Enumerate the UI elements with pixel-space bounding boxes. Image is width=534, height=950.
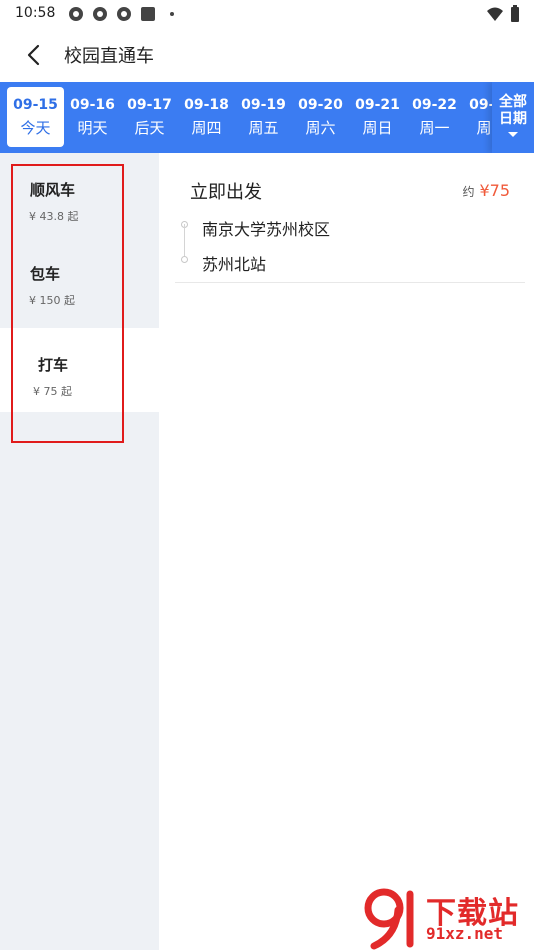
date-tab-date: 09-15 [13, 97, 58, 113]
date-bar: 09-15 今天 09-16 明天 09-17 后天 09-18 周四 09-1… [0, 82, 534, 153]
date-tab-date: 09-18 [184, 97, 229, 113]
menu-item-name: 打车 [38, 356, 69, 374]
date-tab-0921[interactable]: 09-21 周日 [349, 87, 406, 147]
date-tab-0923[interactable]: 09-23 周二 [463, 87, 492, 147]
watermark: 下载站 91xz.net [360, 886, 530, 950]
notification-icon [117, 7, 131, 21]
route-origin: 南京大学苏州校区 [202, 220, 331, 239]
all-dates-label-1: 全部 [499, 94, 527, 110]
ride-card[interactable]: 立即出发 约 ¥75 南京大学苏州校区 苏州北站 [175, 161, 525, 283]
watermark-url: 91xz.net [426, 924, 504, 943]
date-tab-date: 09-23 [469, 97, 492, 113]
date-tab-label: 今天 [20, 119, 51, 137]
date-tab-label: 周四 [191, 119, 222, 137]
ride-price-prefix: 约 [462, 185, 475, 199]
status-system-icons [486, 5, 520, 23]
date-tab-label: 明天 [77, 119, 108, 137]
back-button[interactable] [18, 40, 48, 70]
menu-item-name: 顺风车 [30, 181, 76, 199]
date-tab-date: 09-16 [70, 97, 115, 113]
route-connector-line [184, 224, 185, 256]
app-icon [141, 7, 155, 21]
all-dates-button[interactable]: 全部 日期 [492, 82, 534, 153]
date-tab-label: 周五 [248, 119, 279, 137]
date-tab-date: 09-22 [412, 97, 457, 113]
battery-icon [511, 5, 519, 22]
route-end-dot-icon [181, 256, 188, 263]
caret-down-icon [508, 132, 518, 137]
wifi-icon [487, 7, 503, 21]
notification-icon [93, 7, 107, 21]
date-tab-label: 周日 [362, 119, 393, 137]
date-tab-label: 周一 [419, 119, 450, 137]
date-tab-0920[interactable]: 09-20 周六 [292, 87, 349, 147]
date-tab-0917[interactable]: 09-17 后天 [121, 87, 178, 147]
ride-price-group: 约 ¥75 [462, 181, 510, 200]
date-tab-date: 09-17 [127, 97, 172, 113]
status-notification-icons [68, 6, 180, 22]
app-header: 校园直通车 [0, 28, 534, 82]
date-tab-0919[interactable]: 09-19 周五 [235, 87, 292, 147]
page-title: 校园直通车 [64, 46, 154, 67]
date-tab-date: 09-21 [355, 97, 400, 113]
menu-item-name: 包车 [30, 265, 61, 283]
dot-icon [170, 12, 174, 16]
menu-item-price: ¥ 75 起 [33, 385, 72, 398]
route-destination: 苏州北站 [202, 255, 267, 274]
menu-item-taxi[interactable]: 打车 ¥ 75 起 [0, 328, 159, 412]
ride-type-menu: 顺风车 ¥ 43.8 起 包车 ¥ 150 起 打车 ¥ 75 起 [0, 153, 159, 950]
date-tab-0922[interactable]: 09-22 周一 [406, 87, 463, 147]
date-tab-label: 周六 [305, 119, 336, 137]
menu-item-carpool[interactable]: 顺风车 ¥ 43.8 起 [0, 153, 159, 237]
ride-title: 立即出发 [190, 182, 262, 203]
watermark-logo-icon [364, 888, 414, 950]
date-tab-0916[interactable]: 09-16 明天 [64, 87, 121, 147]
chevron-left-icon [27, 44, 40, 66]
all-dates-label-2: 日期 [499, 111, 527, 127]
menu-item-price: ¥ 43.8 起 [29, 210, 79, 223]
date-tab-date: 09-20 [298, 97, 343, 113]
date-tab-label: 周二 [476, 119, 492, 137]
menu-item-price: ¥ 150 起 [29, 294, 75, 307]
status-time: 10:58 [15, 5, 56, 21]
notification-icon [69, 7, 83, 21]
date-tab-label: 后天 [134, 119, 165, 137]
date-list: 09-15 今天 09-16 明天 09-17 后天 09-18 周四 09-1… [0, 82, 492, 153]
date-tab-0918[interactable]: 09-18 周四 [178, 87, 235, 147]
date-tab-date: 09-19 [241, 97, 286, 113]
ride-list: 立即出发 约 ¥75 南京大学苏州校区 苏州北站 [159, 153, 534, 950]
menu-item-charter[interactable]: 包车 ¥ 150 起 [0, 237, 159, 321]
date-tab-0915[interactable]: 09-15 今天 [7, 87, 64, 147]
status-bar: 10:58 [0, 0, 534, 28]
ride-price: ¥75 [479, 181, 510, 200]
